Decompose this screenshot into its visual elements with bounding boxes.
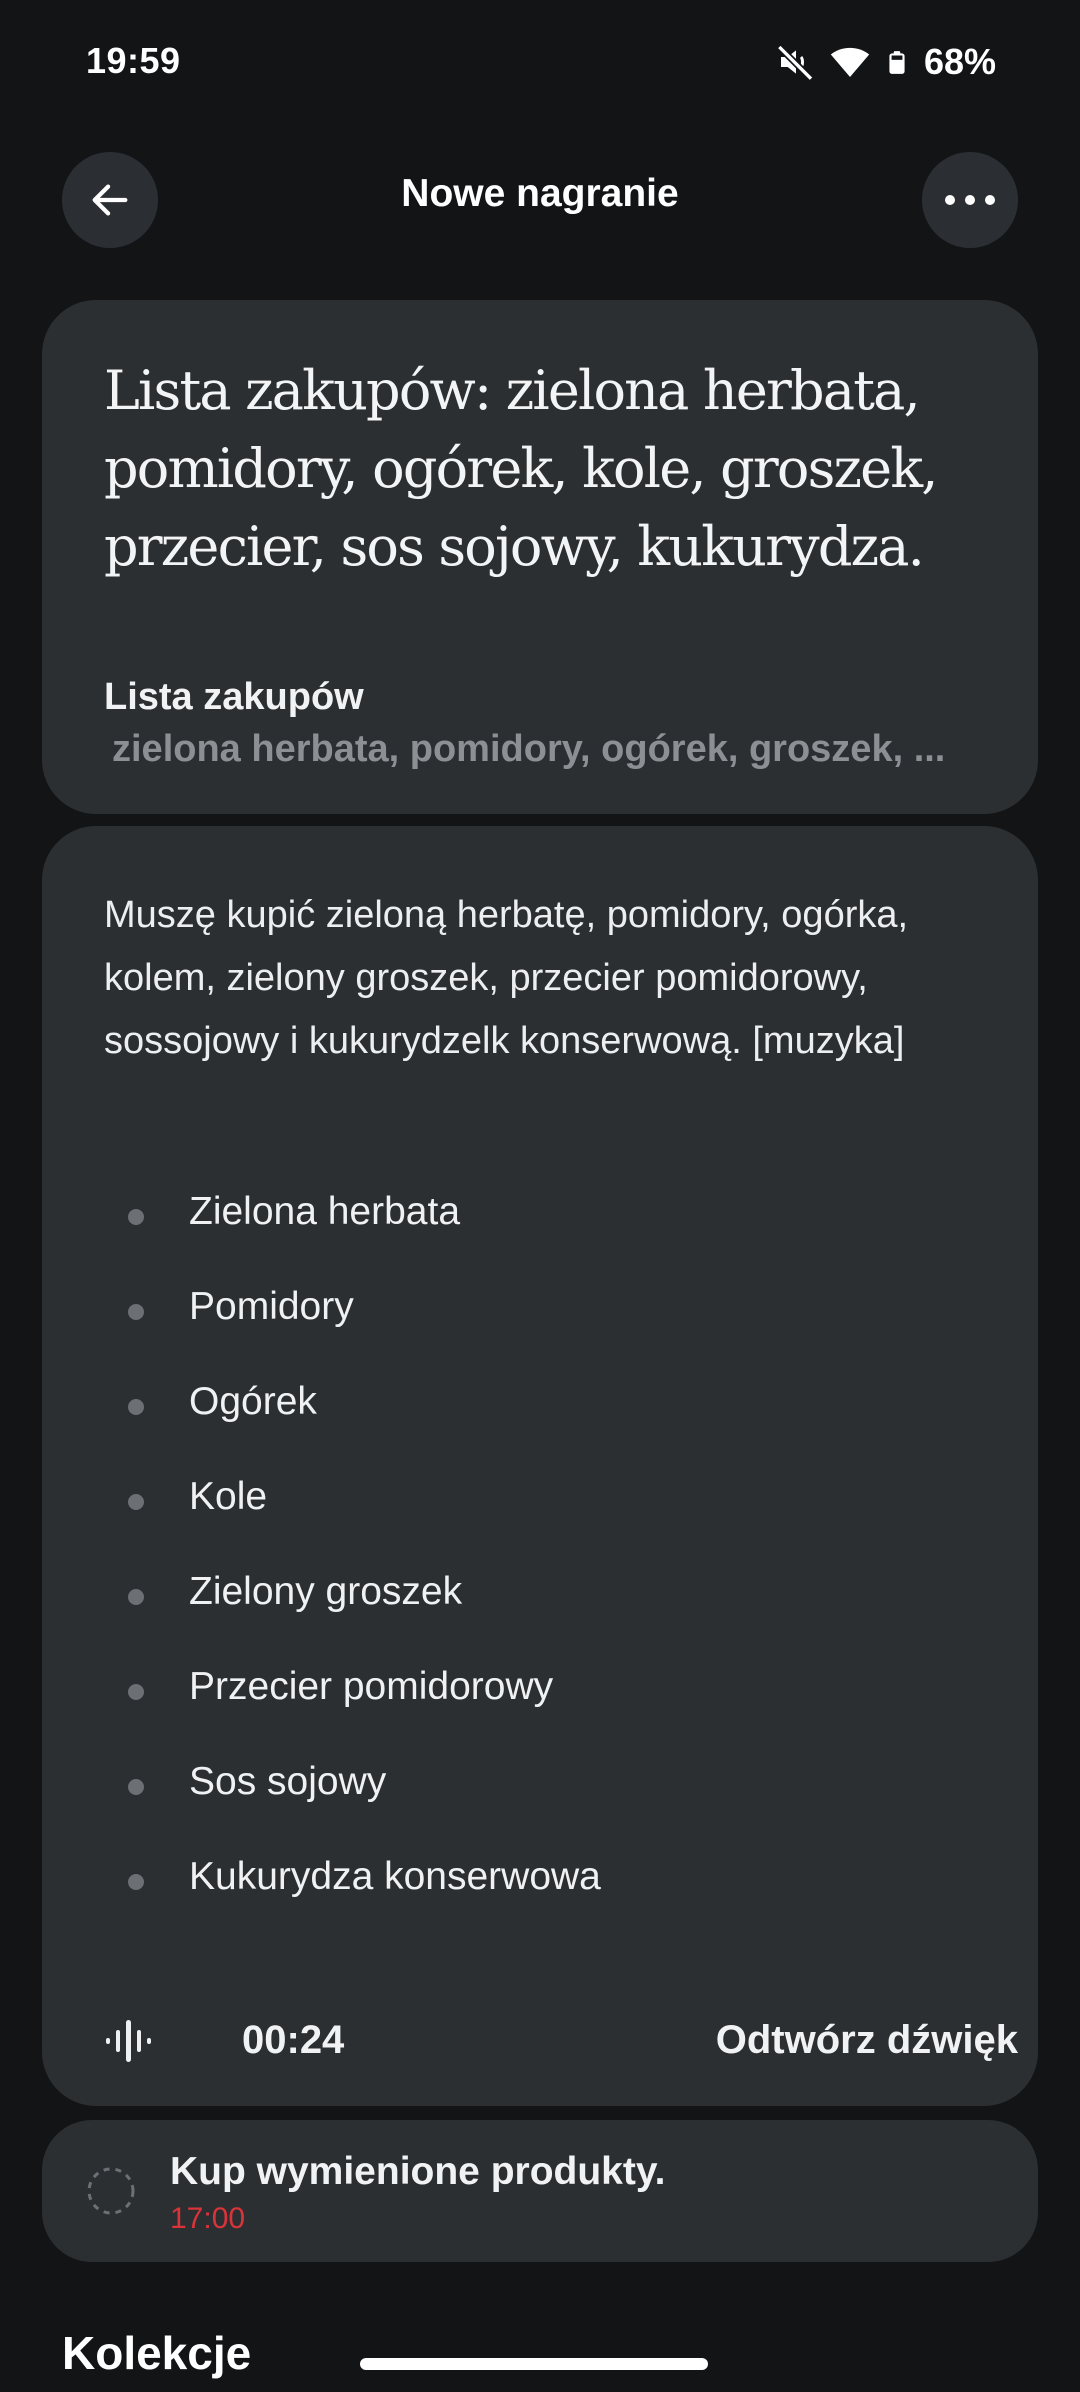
- list-item-label: Zielona herbata: [189, 1190, 461, 1233]
- home-indicator[interactable]: [360, 2358, 708, 2370]
- bullet-icon: [128, 1779, 144, 1795]
- battery-icon: [889, 51, 905, 74]
- status-time: 19:59: [86, 40, 181, 81]
- list-item: Pomidory: [42, 1261, 1038, 1356]
- note-title: Lista zakupów: [104, 676, 364, 718]
- list-item-label: Sos sojowy: [189, 1760, 387, 1803]
- bullet-icon: [128, 1304, 144, 1320]
- list-item-label: Kukurydza konserwowa: [189, 1855, 601, 1898]
- back-button[interactable]: [62, 152, 158, 248]
- bullet-icon: [128, 1494, 144, 1510]
- bullet-icon: [128, 1589, 144, 1605]
- card-connector: [710, 2108, 1030, 2118]
- list-item-label: Ogórek: [189, 1380, 317, 1423]
- more-horizontal-icon: [945, 195, 995, 205]
- card-connector: [710, 816, 1030, 826]
- page-title: Nowe nagranie: [401, 172, 679, 215]
- status-bar: 19:59 68%: [0, 0, 1080, 120]
- waveform-icon: [106, 2020, 151, 2062]
- transcript-text: Muszę kupić zieloną herbatę, pomidory, o…: [104, 894, 909, 1062]
- task-checkbox-icon[interactable]: [86, 2166, 136, 2216]
- collections-heading: Kolekcje: [62, 2327, 252, 2379]
- list-item: Zielony groszek: [42, 1546, 1038, 1641]
- status-icons: 68%: [776, 38, 996, 86]
- card-connector: [50, 816, 370, 826]
- duration: 00:24: [242, 2018, 345, 2062]
- task-time: 17:00: [170, 2202, 246, 2235]
- list-item: Kukurydza konserwowa: [42, 1831, 1038, 1926]
- bullet-icon: [128, 1874, 144, 1890]
- audio-player: 00:24 Odtwórz dźwięk: [104, 2006, 1018, 2076]
- wifi-icon: [830, 47, 870, 77]
- list-item: Kole: [42, 1451, 1038, 1546]
- bullet-icon: [128, 1399, 144, 1415]
- summary-card[interactable]: Lista zakupów: zielona herbata, pomidory…: [42, 300, 1038, 814]
- card-connector: [50, 2108, 370, 2118]
- task-card[interactable]: Kup wymienione produkty. 17:00: [42, 2120, 1038, 2262]
- transcript-card: Muszę kupić zieloną herbatę, pomidory, o…: [42, 826, 1038, 2106]
- task-title: Kup wymienione produkty.: [170, 2150, 666, 2193]
- bullet-icon: [128, 1684, 144, 1700]
- list-item: Sos sojowy: [42, 1736, 1038, 1831]
- list-item: Zielona herbata: [42, 1166, 1038, 1261]
- mute-icon: [776, 44, 814, 82]
- list-item-label: Zielony groszek: [189, 1570, 463, 1613]
- more-options-button[interactable]: [922, 152, 1018, 248]
- note-preview: zielona herbata, pomidory, ogórek, grosz…: [112, 728, 946, 770]
- list-item-label: Kole: [189, 1475, 268, 1518]
- shopping-list: Zielona herbata Pomidory Ogórek Kole Zie…: [42, 1166, 1038, 1926]
- arrow-left-icon: [92, 184, 128, 216]
- play-audio-button[interactable]: Odtwórz dźwięk: [716, 2018, 1018, 2063]
- summary-headline: Lista zakupów: zielona herbata, pomidory…: [104, 359, 938, 578]
- list-item: Ogórek: [42, 1356, 1038, 1451]
- list-item-label: Przecier pomidorowy: [189, 1665, 554, 1708]
- list-item: Przecier pomidorowy: [42, 1641, 1038, 1736]
- list-item-label: Pomidory: [189, 1285, 354, 1328]
- bullet-icon: [128, 1209, 144, 1225]
- battery-percentage: 68%: [923, 41, 996, 82]
